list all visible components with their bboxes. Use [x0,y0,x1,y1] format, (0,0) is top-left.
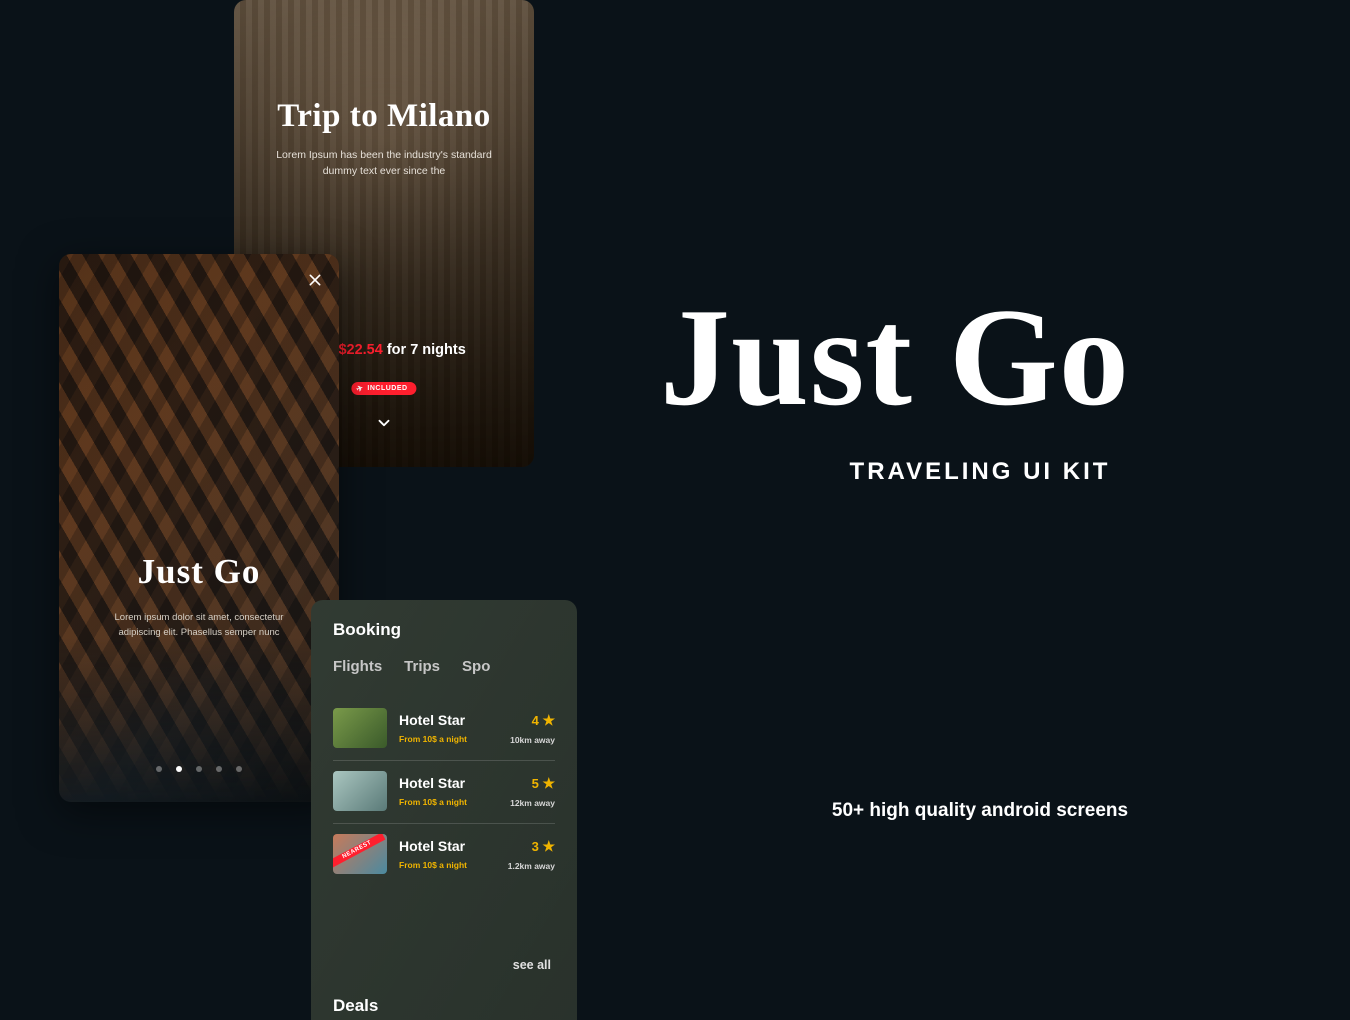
hotel-rating: 5 ★ [510,775,555,792]
list-item[interactable]: NEAREST Hotel Star From 10$ a night 3 ★ … [333,824,555,886]
included-label: INCLUDED [367,385,407,392]
rating-value: 5 [532,776,539,791]
star-icon: ★ [542,775,555,791]
price-amount: $22.54 [338,342,382,358]
rating-value: 3 [532,839,539,854]
page-dot[interactable] [236,766,242,772]
close-icon[interactable] [307,272,323,288]
hero-title: Just Go [660,288,1300,428]
hotel-distance: 12km away [510,798,555,808]
hotel-rating: 3 ★ [508,838,555,855]
page-dots [156,766,242,772]
tab-flights[interactable]: Flights [333,658,382,675]
nearest-badge: NEAREST [333,834,386,868]
rating-value: 4 [532,713,539,728]
trip-subtitle: Lorem Ipsum has been the industry's stan… [272,148,496,180]
price-suffix: for 7 nights [383,342,466,358]
hotel-thumbnail: NEAREST [333,834,387,874]
trip-title: Trip to Milano [234,98,534,135]
star-icon: ★ [542,838,555,854]
tab-trips[interactable]: Trips [404,658,440,675]
list-item[interactable]: Hotel Star From 10$ a night 5 ★ 12km awa… [333,761,555,824]
hotel-thumbnail [333,708,387,748]
page-dot[interactable] [216,766,222,772]
hero-block: Just Go TRAVELING UI KIT [660,288,1300,486]
splash-subtitle: Lorem ipsum dolor sit amet, consectetur … [99,610,299,640]
hotel-name: Hotel Star [399,838,508,854]
included-badge[interactable]: INCLUDED [351,382,416,395]
hero-image-architecture [59,254,339,802]
see-all-link[interactable]: see all [513,958,551,972]
deals-title: Deals [333,996,378,1016]
hero-caption: 50+ high quality android screens [660,800,1300,822]
hotel-price: From 10$ a night [399,797,510,807]
hotel-list: Hotel Star From 10$ a night 4 ★ 10km awa… [333,698,555,886]
hotel-price: From 10$ a night [399,860,508,870]
tab-spo[interactable]: Spo [462,658,490,675]
hotel-thumbnail [333,771,387,811]
screen-splash: Just Go Lorem ipsum dolor sit amet, cons… [59,254,339,802]
splash-title: Just Go [59,552,339,592]
hero-subtitle: TRAVELING UI KIT [660,458,1300,486]
chevron-down-icon[interactable] [375,414,393,432]
hotel-price: From 10$ a night [399,734,510,744]
hotel-distance: 10km away [510,735,555,745]
hotel-rating: 4 ★ [510,712,555,729]
booking-tabs: Flights Trips Spo [333,658,490,675]
page-dot-active[interactable] [176,766,182,772]
screen-booking: Booking Flights Trips Spo Hotel Star Fro… [311,600,577,1020]
star-icon: ★ [542,712,555,728]
hotel-name: Hotel Star [399,775,510,791]
hotel-distance: 1.2km away [508,861,555,871]
booking-title: Booking [333,620,401,640]
page-dot[interactable] [156,766,162,772]
hotel-name: Hotel Star [399,712,510,728]
list-item[interactable]: Hotel Star From 10$ a night 4 ★ 10km awa… [333,698,555,761]
page-dot[interactable] [196,766,202,772]
